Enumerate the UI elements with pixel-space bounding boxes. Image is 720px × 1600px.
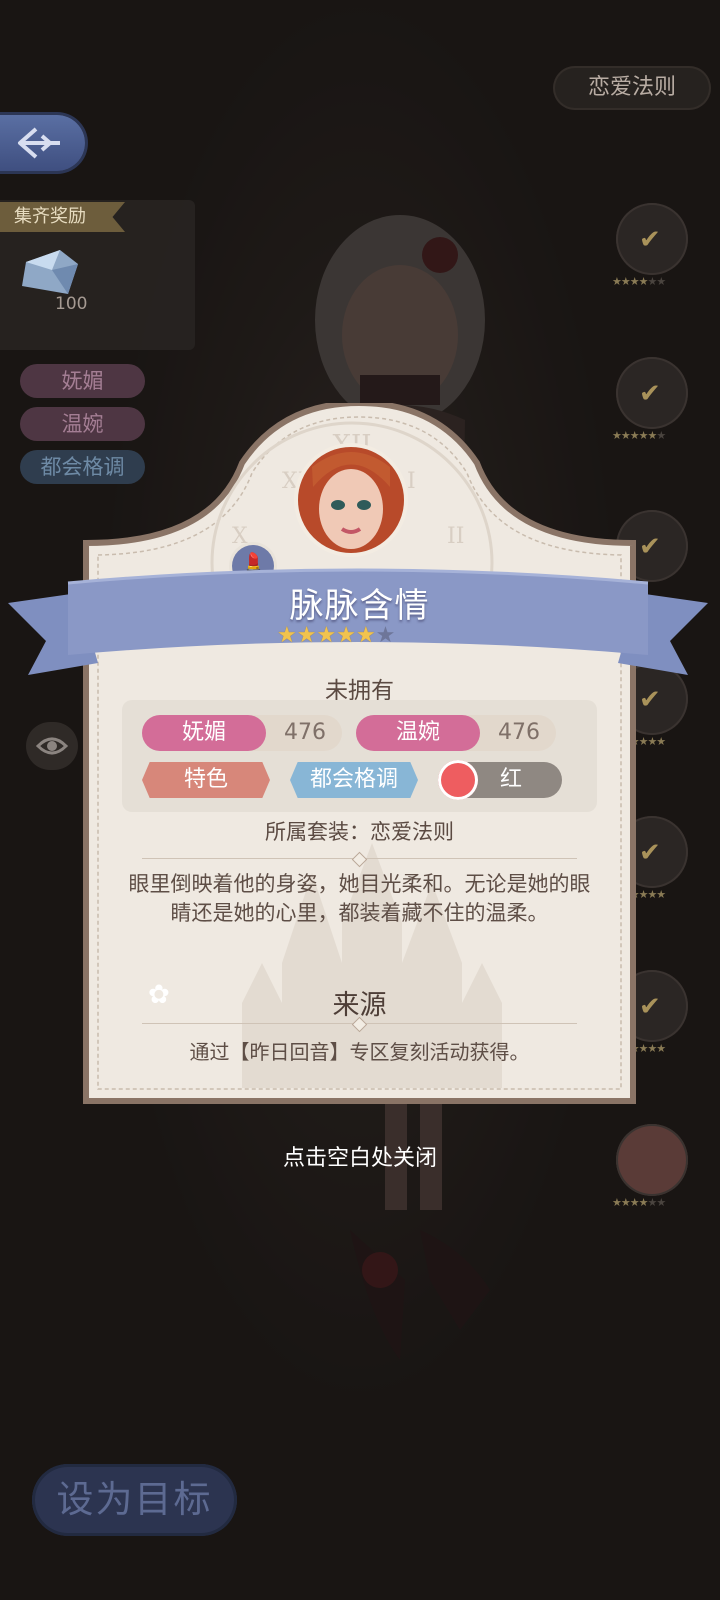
side-tag-charm[interactable]: 妩媚 [20,364,145,398]
eye-icon [36,737,68,755]
star-empty-icon: ★ [375,623,396,648]
check-icon: ✔ [639,685,661,715]
attribute-name: 温婉 [356,715,480,751]
item-avatar [298,447,404,553]
item-description: 眼里倒映着他的身姿，她目光柔和。无论是她的眼睛还是她的心里，都装着藏不住的温柔。 [128,872,591,925]
star-filled-icon: ★ [296,623,317,648]
set-item-1[interactable]: ✔ ★★★★★★ [612,203,692,288]
back-button[interactable] [0,115,85,171]
back-arrow-icon [18,127,60,159]
check-icon: ✔ [639,992,661,1022]
dye-color-name: 红 [500,767,523,792]
feature-tag: 特色 [142,762,270,798]
attribute-value: 476 [498,720,540,745]
collect-reward-tag: 集齐奖励 [0,202,125,232]
attribute-name: 妩媚 [142,715,266,751]
svg-text:I: I [407,469,416,494]
item-title: 脉脉含情 [289,586,430,626]
set-name-pill[interactable]: 恋爱法则 [553,66,711,110]
check-icon: ✔ [639,225,661,255]
dye-color-swatch [438,760,478,800]
item-stars: ★★★★★★ [612,275,666,288]
item-stars: ★★★★★★ [612,1196,666,1209]
set-target-button[interactable]: 设为目标 [32,1464,237,1536]
star-filled-icon: ★ [355,623,376,648]
attribute-value: 476 [284,720,326,745]
dye-color-pill: 红 [438,760,562,800]
clover-icon: ✿ [148,980,170,1010]
source-description: 通过【昨日回音】专区复刻活动获得。 [189,1040,530,1064]
reward-count: 100 [55,294,88,314]
attribute-charm: 妩媚 476 [142,715,342,751]
star-filled-icon: ★ [316,623,337,648]
attribute-panel: 妩媚 476 温婉 476 特色 都会格调 红 [122,700,597,812]
item-star-rating: ★★★★★★ [277,623,395,648]
star-filled-icon: ★ [277,623,297,648]
suit-name: 所属套装：恋爱法则 [265,820,454,844]
svg-text:II: II [447,524,464,549]
check-icon: ✔ [639,379,661,409]
check-icon: ✔ [639,532,661,562]
close-hint: 点击空白处关闭 [282,1146,437,1171]
style-tag: 都会格调 [290,762,418,798]
attribute-gentle: 温婉 476 [356,715,556,751]
star-filled-icon: ★ [336,623,356,648]
check-icon: ✔ [639,838,661,868]
eye-toggle-button[interactable] [26,722,78,770]
diamond-icon [22,250,78,294]
